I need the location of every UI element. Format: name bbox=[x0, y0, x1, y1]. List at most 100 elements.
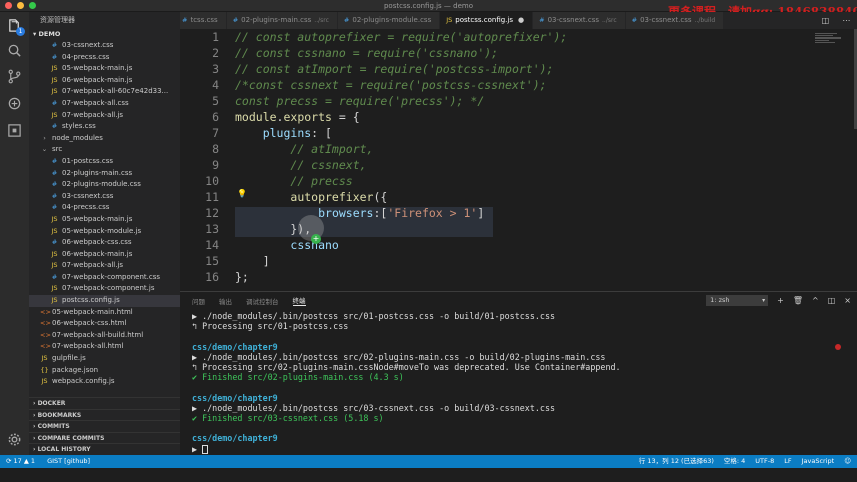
file-tree-item[interactable]: JS 05-webpack-main.js bbox=[29, 63, 180, 75]
line-number: 5 bbox=[212, 94, 219, 108]
encoding[interactable]: UTF-8 bbox=[755, 455, 774, 468]
file-tree-item[interactable]: #06-webpack-css.css bbox=[29, 237, 180, 249]
workspace-section[interactable]: ▾ DEMO bbox=[29, 29, 180, 40]
cursor-position[interactable]: 行 13，列 12 (已选择63) bbox=[639, 455, 714, 468]
file-tree-item[interactable]: JS 06-webpack-main.js bbox=[29, 249, 180, 261]
file-tree-item[interactable]: <>07-webpack-all-build.html bbox=[29, 330, 180, 342]
js-file-icon: JS bbox=[51, 249, 58, 258]
file-tree-item[interactable]: JS webpack.config.js bbox=[29, 376, 180, 388]
editor-tab-path: ../src bbox=[314, 17, 329, 24]
maximize-panel-icon[interactable]: ^ bbox=[812, 296, 819, 305]
file-tree-item[interactable]: › node_modules bbox=[29, 133, 180, 145]
file-tree-item[interactable]: ⌄ src bbox=[29, 144, 180, 156]
file-tree-item-label: node_modules bbox=[52, 133, 103, 142]
new-terminal-icon[interactable]: + bbox=[777, 296, 784, 305]
file-tree-item[interactable]: #01-postcss.css bbox=[29, 156, 180, 168]
editor-tab[interactable]: # tcss.css bbox=[180, 12, 227, 29]
file-tree-item[interactable]: #07-webpack-all.css bbox=[29, 98, 180, 110]
file-tree-item[interactable]: JS gulpfile.js bbox=[29, 353, 180, 365]
end-of-line[interactable]: LF bbox=[784, 455, 791, 468]
file-tree-item[interactable]: #02-plugins-main.css bbox=[29, 168, 180, 180]
editor-tab[interactable]: #02-plugins-module.css bbox=[337, 12, 441, 29]
sidebar-section-header[interactable]: › COMPARE COMMITS bbox=[29, 431, 180, 444]
panel-tab[interactable]: 输出 bbox=[219, 296, 232, 306]
file-tree-item[interactable]: JS 05-webpack-main.js bbox=[29, 214, 180, 226]
terminal-select[interactable]: 1: zsh bbox=[706, 295, 769, 306]
indentation[interactable]: 空格: 4 bbox=[724, 455, 745, 468]
file-tree-item-label: 06-webpack-main.js bbox=[62, 249, 133, 258]
sidebar-section-header[interactable]: › BOOKMARKS bbox=[29, 408, 180, 421]
file-tree-item[interactable]: #04-precss.css bbox=[29, 52, 180, 64]
file-tree-item[interactable]: JS 07-webpack-all-60c7e42d33... bbox=[29, 86, 180, 98]
editor-tab[interactable]: #03-cssnext.css ../build bbox=[625, 12, 725, 29]
sync-status[interactable]: ⟳ 17 ▲ 1 bbox=[6, 455, 35, 468]
debug-icon[interactable] bbox=[7, 96, 22, 111]
code-editor[interactable]: 💡 1// const autoprefixer = require('auto… bbox=[180, 29, 857, 291]
kill-terminal-icon[interactable]: 🗑 bbox=[793, 296, 803, 305]
split-editor-icon[interactable]: ◫ bbox=[822, 16, 830, 25]
code-token: ] bbox=[235, 254, 270, 268]
html-file-icon: <> bbox=[40, 342, 51, 351]
terminal-text: ▶ ./node_modules/.bin/postcss src/02-plu… bbox=[192, 351, 606, 362]
file-tree-item[interactable]: #02-plugins-module.css bbox=[29, 179, 180, 191]
editor-tab[interactable]: #03-cssnext.css ../src bbox=[533, 12, 626, 29]
file-tree-item[interactable]: #03-cssnext.css bbox=[29, 191, 180, 203]
folder-open-file-icon: ⌄ bbox=[41, 145, 48, 154]
file-tree-item[interactable]: JS 06-webpack-main.js bbox=[29, 75, 180, 87]
file-tree-item[interactable]: #03-cssnext.css bbox=[29, 40, 180, 52]
file-tree-item[interactable]: {} package.json bbox=[29, 365, 180, 377]
minimap[interactable] bbox=[815, 33, 845, 43]
line-number: 15 bbox=[205, 254, 219, 268]
file-tree-item[interactable]: JS 07-webpack-component.js bbox=[29, 283, 180, 295]
more-actions-icon[interactable]: ⋯ bbox=[842, 16, 850, 25]
explorer-icon[interactable]: 1 bbox=[7, 18, 25, 36]
search-icon[interactable] bbox=[7, 43, 22, 58]
panel-tab[interactable]: 问题 bbox=[192, 296, 205, 306]
css-file-icon: # bbox=[51, 180, 58, 189]
file-tree-item[interactable]: JS 05-webpack-module.js bbox=[29, 226, 180, 238]
unsaved-dot-icon[interactable]: ● bbox=[518, 16, 524, 24]
file-tree-item[interactable]: #04-precss.css bbox=[29, 202, 180, 214]
file-tree-item[interactable]: JS 07-webpack-all.js bbox=[29, 260, 180, 272]
line-number: 12 bbox=[205, 206, 219, 220]
file-tree-item-label: 07-webpack-all.js bbox=[62, 261, 124, 270]
language-mode[interactable]: JavaScript bbox=[802, 455, 835, 468]
file-tree-item[interactable]: JS postcss.config.js bbox=[29, 295, 180, 307]
file-tree-item[interactable]: # styles.css bbox=[29, 121, 180, 133]
editor-tab[interactable]: JS postcss.config.js ● bbox=[440, 12, 534, 29]
file-tree-item[interactable]: #07-webpack-component.css bbox=[29, 272, 180, 284]
file-tree-item[interactable]: JS 07-webpack-all.js bbox=[29, 110, 180, 122]
line-code: // const autoprefixer = require('autopre… bbox=[235, 29, 567, 45]
toggle-panel-icon[interactable]: ◫ bbox=[828, 296, 836, 305]
bottom-panel: 问题 输出 调试控制台 终端 1: zsh + 🗑 ^ ◫ × ▶ ./node_mo… bbox=[180, 291, 857, 455]
source-control-icon[interactable] bbox=[7, 69, 22, 84]
line-code: ] bbox=[235, 253, 270, 269]
code-token: browsers bbox=[318, 206, 374, 220]
file-tree-item-label: 07-webpack-all.js bbox=[62, 110, 124, 119]
close-panel-icon[interactable]: × bbox=[844, 296, 851, 305]
settings-gear-icon[interactable] bbox=[7, 432, 22, 447]
html-file-icon: <> bbox=[40, 319, 51, 328]
css-file-icon: # bbox=[51, 52, 58, 61]
code-token: // const atImport = require('postcss-imp… bbox=[235, 62, 554, 76]
file-tree-item[interactable]: <>07-webpack-all.html bbox=[29, 341, 180, 353]
sidebar-section-label: DOCKER bbox=[37, 400, 66, 408]
file-tree-item[interactable]: <>05-webpack-main.html bbox=[29, 307, 180, 319]
code-token: // atImport, bbox=[290, 142, 374, 156]
file-tree-item-label: 05-webpack-main.html bbox=[52, 307, 133, 316]
smiley-feedback-icon[interactable]: ☺ bbox=[844, 455, 851, 468]
extensions-icon[interactable] bbox=[7, 123, 22, 138]
js-file-icon: JS bbox=[51, 87, 58, 96]
git-gist-status[interactable]: GIST [github] bbox=[47, 455, 90, 468]
sidebar-section-header[interactable]: › DOCKER bbox=[29, 397, 180, 409]
file-tree-item[interactable]: <>06-webpack-css.html bbox=[29, 318, 180, 330]
editor-tab[interactable]: #02-plugins-main.css ../src bbox=[226, 12, 338, 29]
panel-tab[interactable]: 终端 bbox=[292, 295, 306, 306]
code-token: :[ bbox=[373, 206, 388, 220]
panel-tab[interactable]: 调试控制台 bbox=[246, 296, 279, 306]
editor-actions: ◫ ⋯ bbox=[815, 12, 857, 29]
sidebar-section-header[interactable]: › LOCAL HISTORY bbox=[29, 443, 180, 455]
sidebar-section-header[interactable]: › COMMITS bbox=[29, 420, 180, 432]
line-code: /*const cssnext = require('postcss-cssne… bbox=[235, 77, 547, 93]
